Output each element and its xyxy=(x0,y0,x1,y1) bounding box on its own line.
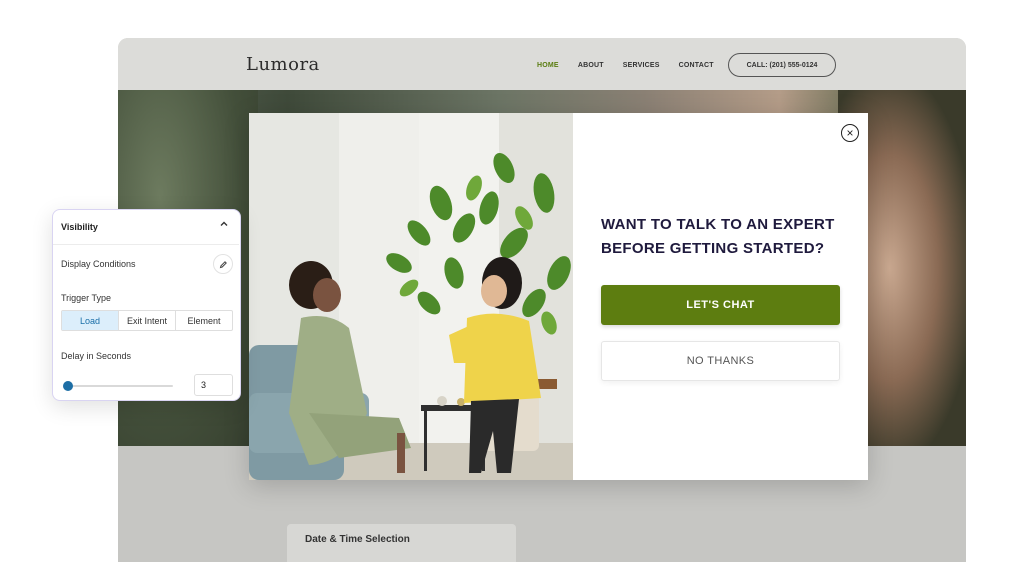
nav-about[interactable]: ABOUT xyxy=(578,62,604,69)
trigger-type-label: Trigger Type xyxy=(61,293,112,303)
main-nav: HOME ABOUT SERVICES CONTACT xyxy=(537,62,714,69)
popup-photo xyxy=(249,113,573,480)
nav-services[interactable]: SERVICES xyxy=(623,62,660,69)
delay-input[interactable]: 3 xyxy=(194,374,233,396)
nav-home[interactable]: HOME xyxy=(537,62,559,69)
popup-modal: × WANT TO TALK TO AN EXPERT BEFORE GETTI… xyxy=(249,113,868,480)
delay-slider-knob[interactable] xyxy=(63,381,73,391)
chevron-up-icon[interactable] xyxy=(219,219,229,232)
site-logo[interactable]: Lumora xyxy=(246,54,320,75)
nav-contact[interactable]: CONTACT xyxy=(679,62,714,69)
delay-slider-track[interactable] xyxy=(67,385,173,387)
trigger-type-segmented: Load Exit Intent Element xyxy=(61,310,233,331)
date-time-label: Date & Time Selection xyxy=(305,534,410,545)
panel-divider xyxy=(53,244,239,245)
close-circle-icon[interactable]: × xyxy=(841,124,859,142)
lets-chat-button[interactable]: LET'S CHAT xyxy=(601,285,840,325)
popup-headline: WANT TO TALK TO AN EXPERT BEFORE GETTING… xyxy=(601,216,835,257)
panel-title: Visibility xyxy=(61,222,98,232)
site-header: Lumora HOME ABOUT SERVICES CONTACT CALL:… xyxy=(118,38,966,90)
popup-content: × WANT TO TALK TO AN EXPERT BEFORE GETTI… xyxy=(573,113,868,480)
pencil-icon[interactable] xyxy=(213,254,233,274)
no-thanks-button[interactable]: NO THANKS xyxy=(601,341,840,381)
trigger-option-element[interactable]: Element xyxy=(176,311,232,330)
call-button[interactable]: CALL: (201) 555-0124 xyxy=(728,53,836,77)
display-conditions-label: Display Conditions xyxy=(61,259,136,269)
visibility-panel: Visibility Display Conditions Trigger Ty… xyxy=(52,209,241,401)
trigger-option-exit-intent[interactable]: Exit Intent xyxy=(119,311,176,330)
trigger-option-load[interactable]: Load xyxy=(62,311,119,330)
date-time-card: Date & Time Selection xyxy=(287,524,516,562)
two-women-chatting-photo xyxy=(249,113,573,480)
delay-label: Delay in Seconds xyxy=(61,351,132,361)
